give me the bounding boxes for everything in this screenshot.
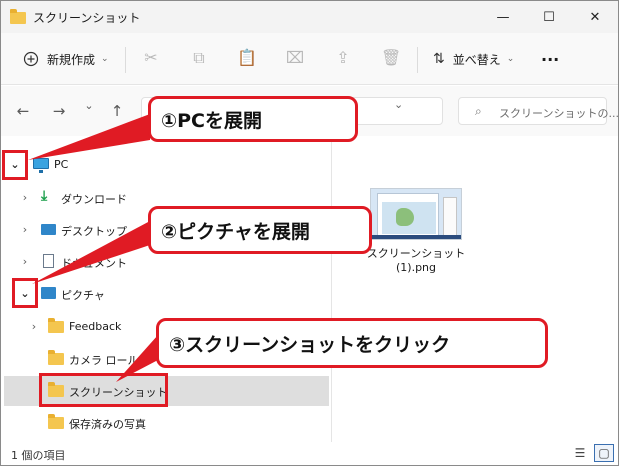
chevron-down-icon: ⌄ xyxy=(506,54,515,64)
command-bar: 新規作成 ⌄ ✂ ⧉ 📋 ⌧ ⇪ 🗑 ⇅ 並べ替え ⌄ ··· xyxy=(1,33,618,85)
folder-icon xyxy=(48,414,64,429)
callout-expand-pictures: ②ピクチャを展開 xyxy=(148,206,372,254)
file-thumbnail[interactable] xyxy=(370,188,462,240)
tree-label: PC xyxy=(54,158,69,171)
minimize-button[interactable]: — xyxy=(480,1,526,33)
details-view-icon[interactable]: ☰ xyxy=(570,444,590,462)
callout-click-screenshots: ③スクリーンショットをクリック xyxy=(156,318,548,368)
folder-icon xyxy=(48,318,64,333)
up-icon[interactable]: ↑ xyxy=(107,102,127,120)
folder-icon xyxy=(10,9,26,24)
callout-expand-pc: ①PCを展開 xyxy=(148,96,358,142)
plus-circle-icon xyxy=(23,51,39,67)
sort-icon: ⇅ xyxy=(433,51,445,67)
tree-label: ダウンロード xyxy=(61,193,127,206)
download-icon: ⤓ xyxy=(41,188,48,204)
tree-label: 保存済みの写真 xyxy=(69,418,146,431)
new-button[interactable]: 新規作成 ⌄ xyxy=(23,47,109,71)
tree-label: ドキュメント xyxy=(61,257,127,270)
forward-icon[interactable]: → xyxy=(49,102,69,120)
divider xyxy=(125,47,126,73)
status-bar: 1 個の項目 ☰ ▢ xyxy=(1,442,618,465)
highlight-screenshots-folder xyxy=(39,373,168,407)
tree-label: デスクトップ xyxy=(61,225,127,238)
chevron-right-icon[interactable]: › xyxy=(19,223,31,236)
cut-icon[interactable]: ✂ xyxy=(141,48,161,67)
tree-item-pc[interactable]: ⌄ PC xyxy=(1,150,332,180)
highlight-pictures-chevron xyxy=(12,278,38,308)
minimize-icon: — xyxy=(496,9,510,25)
recent-locations-icon[interactable]: ⌄ xyxy=(79,99,99,112)
rename-icon[interactable]: ⌧ xyxy=(285,48,305,67)
tree-label: Feedback xyxy=(69,320,122,333)
thumbnail-image xyxy=(377,193,439,237)
paste-icon[interactable]: 📋 xyxy=(237,48,257,67)
file-content-pane: スクリーンショット (1).png xyxy=(333,137,618,442)
address-dropdown-icon[interactable]: ⌄ xyxy=(394,98,403,111)
search-placeholder: スクリーンショットの... xyxy=(499,107,619,120)
file-name[interactable]: スクリーンショット (1).png xyxy=(356,247,476,275)
maximize-button[interactable]: ☐ xyxy=(526,1,572,33)
file-name-line: スクリーンショット xyxy=(366,247,466,260)
window-title: スクリーンショット xyxy=(33,11,141,25)
search-input[interactable]: ⌕ スクリーンショットの... xyxy=(458,97,618,125)
document-icon xyxy=(41,254,57,268)
maximize-icon: ☐ xyxy=(543,9,555,25)
sort-label: 並べ替え xyxy=(452,52,501,67)
folder-icon xyxy=(48,350,64,365)
tree-item-pictures[interactable]: ⌄ ピクチャ xyxy=(1,279,332,309)
file-name-line: (1).png xyxy=(395,261,436,274)
tree-item-saved-pictures[interactable]: 保存済みの写真 xyxy=(1,408,332,438)
pictures-icon xyxy=(41,286,57,300)
desktop-icon xyxy=(41,222,57,236)
chevron-right-icon[interactable]: › xyxy=(28,320,40,333)
chevron-right-icon[interactable]: › xyxy=(19,255,31,268)
tree-label: ピクチャ xyxy=(61,289,105,302)
close-icon: ✕ xyxy=(589,9,601,25)
tiles-view-icon[interactable]: ▢ xyxy=(594,444,614,462)
divider xyxy=(417,47,418,73)
tree-label: カメラ ロール xyxy=(69,354,139,367)
chevron-right-icon[interactable]: › xyxy=(19,191,31,204)
monitor-icon xyxy=(33,157,49,173)
back-icon[interactable]: ← xyxy=(13,102,33,120)
highlight-pc-chevron xyxy=(2,150,28,180)
share-icon[interactable]: ⇪ xyxy=(333,48,353,67)
more-options-button[interactable]: ··· xyxy=(541,47,559,71)
delete-icon[interactable]: 🗑 xyxy=(381,48,401,67)
copy-icon[interactable]: ⧉ xyxy=(189,48,209,68)
close-button[interactable]: ✕ xyxy=(572,1,618,33)
item-count: 1 個の項目 xyxy=(11,449,66,462)
new-label: 新規作成 xyxy=(47,52,96,67)
sort-button[interactable]: ⇅ 並べ替え ⌄ xyxy=(433,47,514,71)
title-bar: スクリーンショット — ☐ ✕ xyxy=(1,1,618,33)
chevron-down-icon: ⌄ xyxy=(101,54,109,64)
search-icon: ⌕ xyxy=(475,104,482,118)
